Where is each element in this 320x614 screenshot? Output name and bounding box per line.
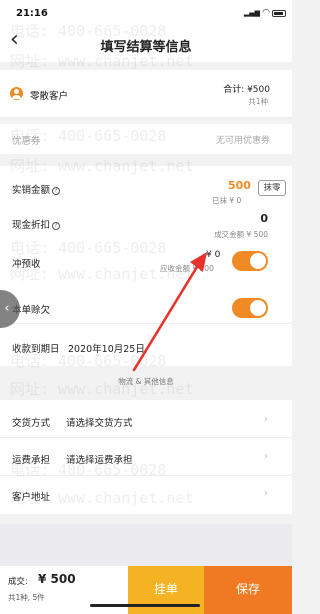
arrow-annotation-icon	[132, 252, 207, 372]
home-indicator	[90, 604, 200, 607]
deal-amount: ¥ 500	[38, 572, 76, 586]
save-button[interactable]: 保存	[204, 566, 292, 614]
deal-summary: 共1种, 5件	[8, 593, 45, 602]
deal-label: 成交:	[8, 577, 28, 587]
